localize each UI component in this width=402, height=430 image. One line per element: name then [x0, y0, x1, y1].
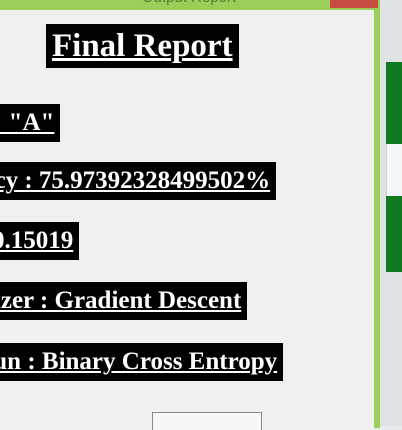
report-line-label: : "A"	[0, 104, 61, 142]
ok-button[interactable]	[152, 412, 262, 430]
close-button[interactable]	[330, 0, 378, 8]
report-panel: Final Report : "A" acy : 75.973923284995…	[0, 10, 374, 430]
background-tile	[386, 196, 402, 272]
output-report-window: Output Report Final Report : "A" acy : 7…	[0, 0, 380, 430]
report-line-loss: 0.15019	[0, 222, 80, 260]
background-tile	[386, 62, 402, 144]
background-strip	[386, 144, 402, 196]
report-title: Final Report	[46, 24, 239, 68]
report-line-optimizer: nizer : Gradient Descent	[0, 282, 248, 320]
report-line-loss-function: Fun : Binary Cross Entropy	[0, 343, 284, 381]
report-line-accuracy: acy : 75.97392328499502%	[0, 162, 277, 200]
